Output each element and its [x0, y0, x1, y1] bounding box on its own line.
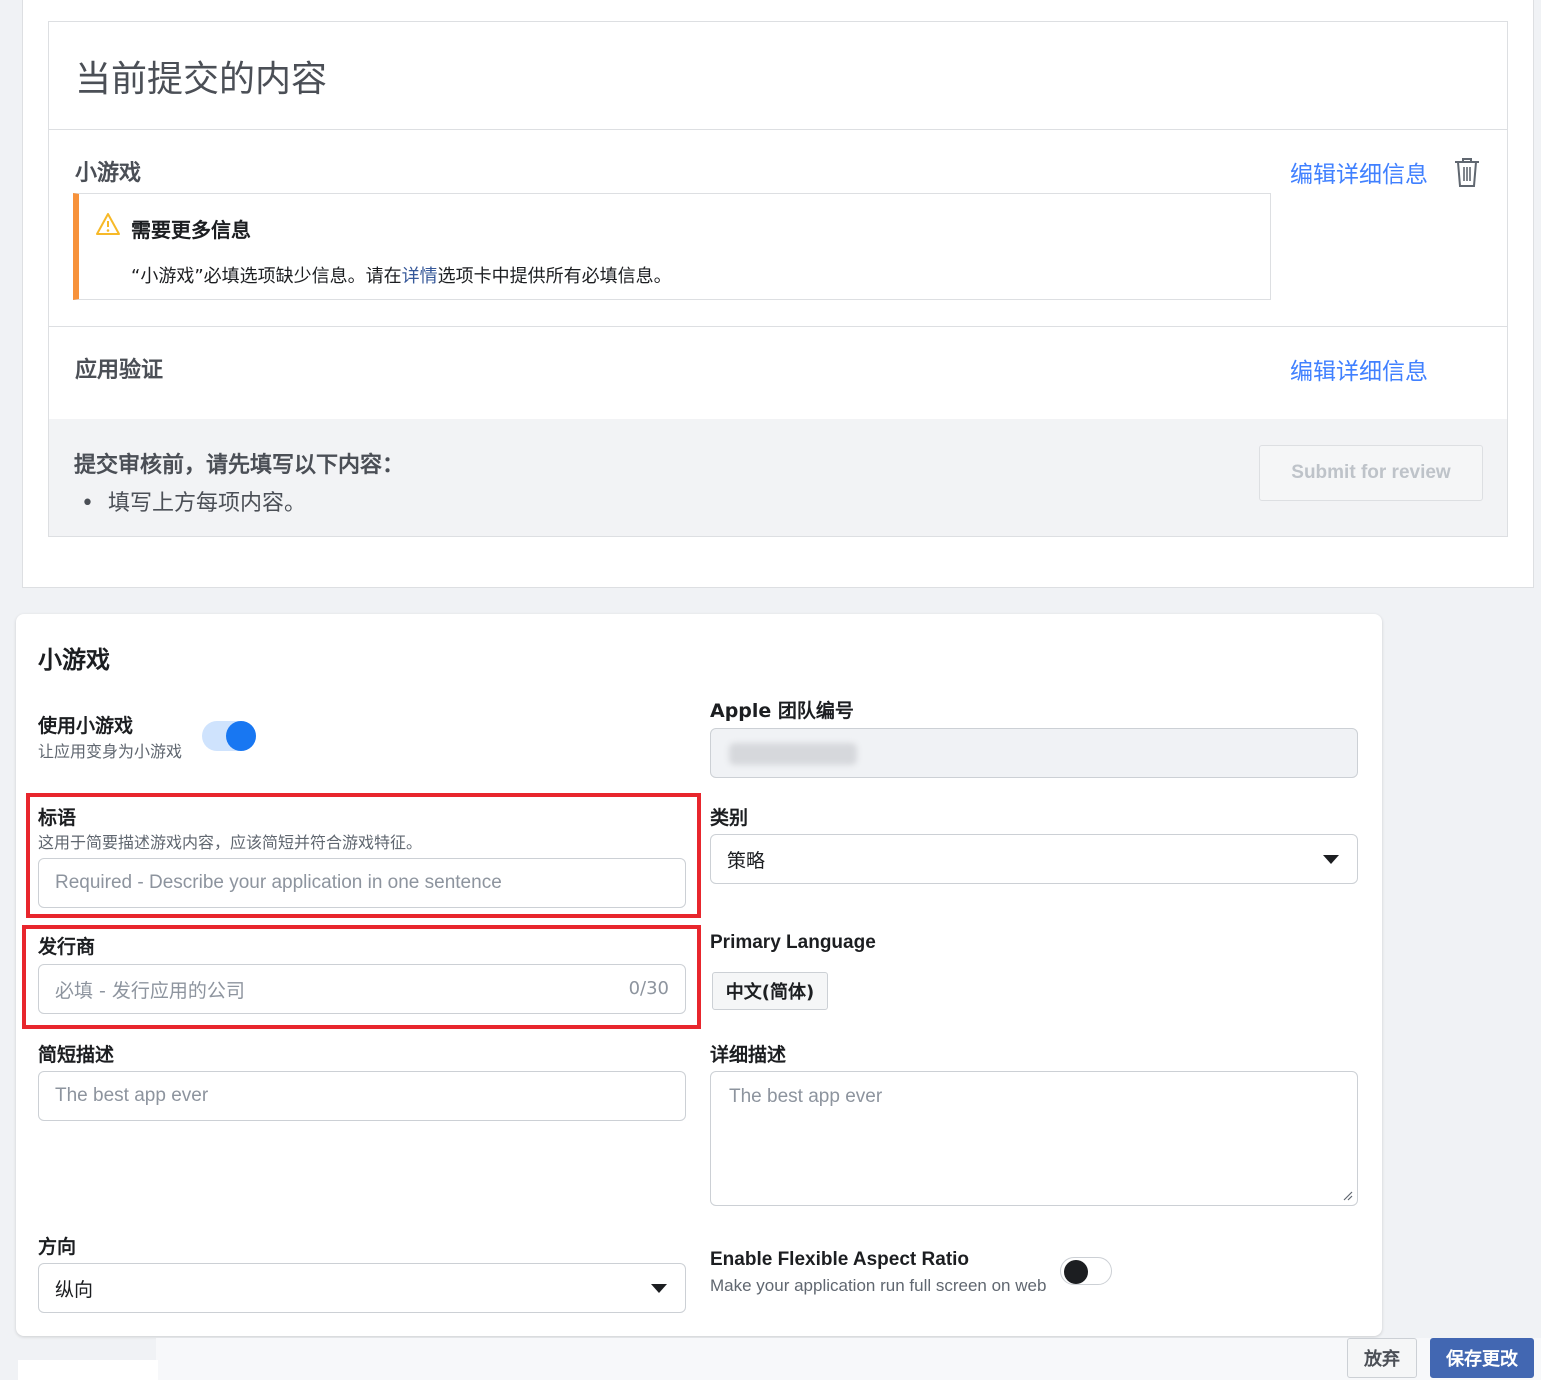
- flexible-aspect-toggle[interactable]: [1060, 1257, 1112, 1285]
- flexible-aspect-label: Enable Flexible Aspect Ratio: [710, 1249, 970, 1270]
- publisher-placeholder: 必填 - 发行应用的公司: [55, 979, 245, 1002]
- use-instant-game-sub: 让应用变身为小游戏: [38, 742, 183, 761]
- warning-banner: 需要更多信息 “小游戏”必填选项缺少信息。请在详情选项卡中提供所有必填信息。: [73, 193, 1271, 300]
- short-description-label: 简短描述: [38, 1044, 115, 1066]
- discard-button[interactable]: 放弃: [1347, 1338, 1417, 1378]
- apple-team-id-input: [710, 728, 1358, 778]
- long-description-textarea[interactable]: The best app ever: [710, 1071, 1358, 1206]
- chevron-down-icon: [1323, 855, 1339, 864]
- primary-language-chip[interactable]: 中文(简体): [712, 972, 828, 1010]
- category-label: 类别: [710, 807, 749, 829]
- tagline-input[interactable]: Required - Describe your application in …: [38, 858, 686, 908]
- instant-game-settings-card: 小游戏 使用小游戏 让应用变身为小游戏 标语 这用于简要描述游戏内容，应该简短并…: [16, 614, 1382, 1336]
- primary-language-label: Primary Language: [710, 932, 876, 953]
- orientation-value: 纵向: [55, 1278, 94, 1301]
- submission-footer: 提交审核前，请先填写以下内容： • 填写上方每项内容。 Submit for r…: [49, 419, 1507, 536]
- flexible-aspect-sub: Make your application run full screen on…: [710, 1276, 1047, 1295]
- orientation-select[interactable]: 纵向: [38, 1263, 686, 1313]
- use-instant-game-label: 使用小游戏: [38, 715, 134, 737]
- short-description-input[interactable]: The best app ever: [38, 1071, 686, 1121]
- category-value: 策略: [727, 849, 766, 872]
- chevron-down-icon: [651, 1284, 667, 1293]
- divider: [49, 326, 1507, 327]
- submit-requirements-title: 提交审核前，请先填写以下内容：: [74, 453, 405, 478]
- category-select[interactable]: 策略: [710, 834, 1358, 884]
- submit-for-review-button[interactable]: Submit for review: [1259, 445, 1483, 501]
- page-title: 当前提交的内容: [75, 59, 328, 100]
- tagline-sub: 这用于简要描述游戏内容，应该简短并符合游戏特征。: [38, 833, 423, 852]
- publisher-input[interactable]: 必填 - 发行应用的公司 0/30: [38, 964, 686, 1014]
- orientation-label: 方向: [38, 1236, 77, 1258]
- use-instant-game-toggle[interactable]: [202, 721, 256, 751]
- edit-details-link[interactable]: 编辑详细信息: [1290, 352, 1428, 386]
- toggle-knob: [1064, 1260, 1088, 1284]
- redacted-value: [729, 743, 857, 765]
- warning-message: “小游戏”必填选项缺少信息。请在详情选项卡中提供所有必填信息。: [131, 266, 672, 287]
- character-counter: 0/30: [628, 978, 669, 999]
- apple-team-id-label: Apple 团队编号: [710, 700, 854, 722]
- bottom-strip: [18, 1360, 158, 1380]
- action-bar: [156, 1338, 1541, 1380]
- tagline-label: 标语: [38, 807, 77, 829]
- requirement-item: • 填写上方每项内容。: [81, 491, 306, 516]
- trash-icon[interactable]: [1453, 156, 1481, 188]
- submission-item-title: 应用验证: [75, 358, 164, 383]
- submission-item-title: 小游戏: [75, 161, 142, 186]
- long-description-placeholder: The best app ever: [729, 1086, 883, 1107]
- submission-card: 当前提交的内容 小游戏 编辑详细信息 需要更多信息 “小游戏”必填选项缺少信息。…: [48, 21, 1508, 537]
- section-title: 小游戏: [38, 646, 110, 674]
- resize-handle-icon[interactable]: [1341, 1189, 1353, 1201]
- details-tab-link[interactable]: 详情: [402, 266, 438, 287]
- warning-icon: [95, 212, 121, 236]
- warning-title: 需要更多信息: [131, 218, 251, 242]
- divider: [49, 129, 1507, 130]
- edit-details-link[interactable]: 编辑详细信息: [1290, 155, 1428, 189]
- long-description-label: 详细描述: [710, 1044, 787, 1066]
- save-changes-button[interactable]: 保存更改: [1430, 1338, 1534, 1378]
- publisher-label: 发行商: [38, 936, 96, 958]
- toggle-knob: [226, 721, 256, 751]
